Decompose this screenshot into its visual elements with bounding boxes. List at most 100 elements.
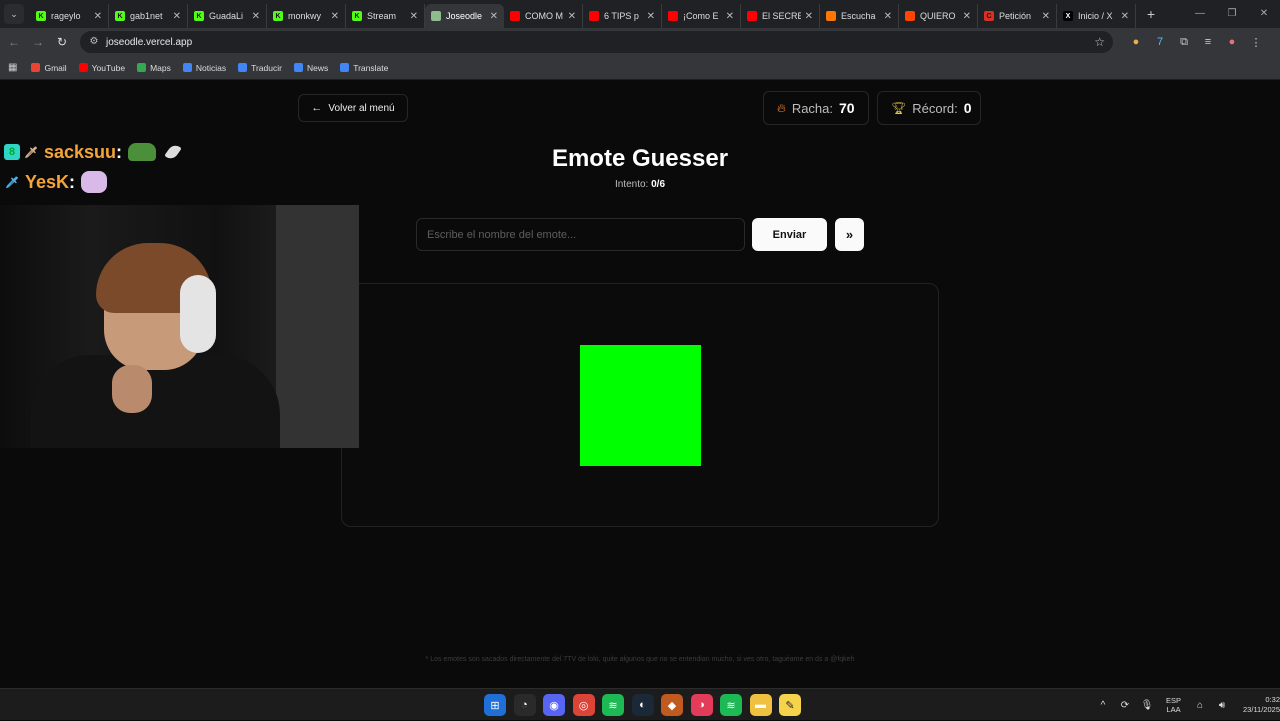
tab[interactable]: X Inicio / X ✕	[1057, 4, 1136, 28]
skip-button[interactable]: »	[835, 218, 864, 251]
tab-close-icon[interactable]: ✕	[805, 11, 813, 22]
tab-close-icon[interactable]: ✕	[331, 11, 339, 22]
tab[interactable]: Krageylo ✕	[30, 4, 109, 28]
tab[interactable]: 6 TIPS p ✕	[583, 4, 662, 28]
tab-close-icon[interactable]: ✕	[252, 11, 260, 22]
emote-image	[580, 345, 701, 466]
tab-close-icon[interactable]: ✕	[94, 11, 102, 22]
bookmark-item[interactable]: Traducir	[238, 63, 282, 73]
bookmark-item[interactable]: Translate	[340, 63, 388, 73]
tab[interactable]: Escucha ✕	[820, 4, 899, 28]
bookmark-item[interactable]: Maps	[137, 63, 171, 73]
app-icon[interactable]: ◑	[690, 694, 713, 716]
flame-icon: 🔥︎	[777, 100, 786, 115]
sync-icon[interactable]: ⟳	[1114, 700, 1136, 711]
tab-close-icon[interactable]: ✕	[1042, 11, 1050, 22]
bookmark-favicon-icon	[137, 63, 147, 72]
extension-icon[interactable]: 7	[1148, 36, 1172, 48]
site-info-icon[interactable]: ⚙	[88, 36, 100, 48]
attempt-label: Intento:	[614, 179, 649, 190]
tab[interactable]: K Stream ✕	[346, 4, 425, 28]
tab[interactable]: Joseodle ✕	[425, 4, 504, 28]
tab[interactable]: QUIERO ✕	[899, 4, 978, 28]
forward-icon[interactable]: →	[26, 35, 50, 49]
steam-icon[interactable]: ◐	[631, 694, 654, 716]
tab[interactable]: El SECRE ✕	[741, 4, 820, 28]
sword-icon: 🗡︎	[5, 176, 19, 189]
media-icon[interactable]: ≡	[1196, 36, 1220, 48]
bookmark-label: Gmail	[44, 62, 67, 73]
bookmark-item[interactable]: News	[293, 63, 328, 73]
microphone-icon[interactable]: 🎙︎	[1136, 700, 1158, 711]
tab-favicon-icon: X	[1063, 11, 1073, 21]
tab[interactable]: ¡Como E ✕	[662, 4, 741, 28]
spotify-icon[interactable]: ≋	[602, 694, 624, 716]
tab-favicon-icon	[826, 11, 836, 21]
address-bar[interactable]: ⚙ joseodle.vercel.app ☆	[80, 31, 1113, 53]
tab-title: Petición	[999, 11, 1032, 21]
network-icon[interactable]: ⌂	[1189, 700, 1211, 711]
bookmark-item[interactable]: YouTube	[78, 63, 125, 73]
tab-close-icon[interactable]: ✕	[647, 11, 655, 22]
reload-icon[interactable]: ↻	[50, 35, 74, 49]
tab[interactable]: C Petición ✕	[978, 4, 1057, 28]
bookmark-star-icon[interactable]: ☆	[1094, 35, 1105, 49]
tab-title: monkwy	[288, 11, 322, 21]
tab-close-icon[interactable]: ✕	[410, 11, 418, 22]
menu-icon[interactable]: ⋮	[1244, 36, 1268, 49]
folder-icon[interactable]: ▬	[749, 694, 772, 716]
tab-favicon-icon: K	[115, 11, 125, 21]
tab-close-icon[interactable]: ✕	[726, 11, 734, 22]
tab-title: GuadaLi	[209, 11, 244, 21]
app-icon[interactable]: ✎	[779, 694, 801, 716]
page-title: Emote Guesser	[551, 145, 729, 172]
puzzle-icon[interactable]: ⧉	[1172, 36, 1196, 49]
back-to-menu-button[interactable]: ← Volver al menú	[298, 94, 408, 122]
tab-close-icon[interactable]: ✕	[173, 11, 181, 22]
footnote: * Los emotes son sacados directamente de…	[425, 656, 855, 663]
tab-title: Escucha	[841, 11, 876, 21]
tab-close-icon[interactable]: ✕	[1121, 11, 1129, 22]
tab-favicon-icon	[668, 11, 678, 21]
clock-time: 0:32	[1265, 695, 1280, 704]
restore-icon[interactable]: ❐	[1216, 0, 1248, 28]
volume-icon[interactable]: 🔊︎	[1211, 700, 1233, 711]
chat-username: YesK	[25, 171, 70, 192]
bookmark-favicon-icon	[340, 63, 350, 72]
bookmark-item[interactable]: Noticias	[182, 63, 226, 73]
tab-close-icon[interactable]: ✕	[963, 11, 971, 22]
chevron-up-icon[interactable]: ^	[1092, 700, 1114, 711]
close-window-icon[interactable]: ✕	[1248, 0, 1280, 28]
tab[interactable]: K GuadaLi ✕	[188, 4, 267, 28]
bookmark-item[interactable]: Gmail	[31, 62, 67, 73]
tab[interactable]: Kmonkwy ✕	[267, 4, 346, 28]
avatar[interactable]: ●	[1220, 36, 1244, 48]
clock[interactable]: 0:32 23/11/2025	[1243, 695, 1280, 715]
new-tab-button[interactable]: +	[1140, 6, 1162, 22]
chat-badge-icon: 8	[4, 144, 20, 160]
tab-close-icon[interactable]: ✕	[568, 11, 576, 22]
tab-search-button[interactable]: ⌄	[4, 4, 24, 24]
tab-close-icon[interactable]: ✕	[884, 11, 892, 22]
emote-guess-input[interactable]	[416, 218, 745, 251]
url-text[interactable]: joseodle.vercel.app	[106, 37, 192, 48]
app-icon[interactable]: ◔	[513, 694, 536, 716]
tab-close-icon[interactable]: ✕	[490, 11, 498, 22]
minimize-icon[interactable]: —	[1184, 0, 1216, 28]
windows-start-icon[interactable]: ⊞	[484, 694, 506, 716]
app-icon[interactable]: ◆	[661, 694, 683, 716]
tab[interactable]: Kgab1net ✕	[109, 4, 188, 28]
record-stat: 🏆︎ Récord: 0	[877, 91, 981, 125]
spotify-icon[interactable]: ≋	[720, 694, 742, 716]
language-indicator[interactable]: ESP LAA	[1166, 696, 1181, 714]
chat-message: 🗡︎ YesK :	[4, 167, 178, 197]
chrome-icon[interactable]: ◎	[572, 694, 595, 716]
apps-grid-icon[interactable]: ▦	[8, 62, 17, 73]
tab-title: QUIERO	[920, 11, 956, 21]
language-line2: LAA	[1166, 705, 1181, 714]
send-button[interactable]: Enviar	[752, 218, 827, 251]
extension-icon[interactable]: ●	[1124, 36, 1148, 48]
tab[interactable]: COMO M ✕	[504, 4, 583, 28]
discord-icon[interactable]: ◉	[543, 694, 565, 716]
back-icon[interactable]: ←	[2, 35, 26, 49]
